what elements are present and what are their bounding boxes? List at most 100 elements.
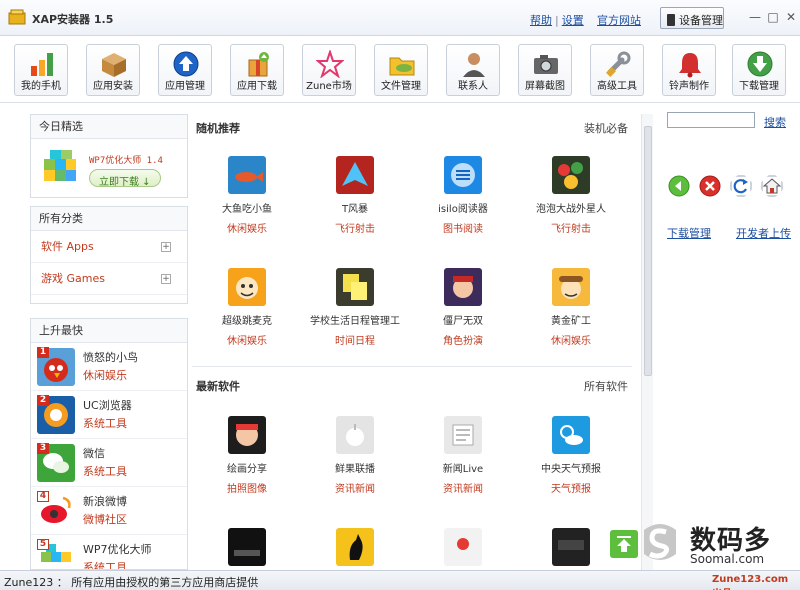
app-name: 中央天气预报 [541,464,601,475]
stop-icon[interactable] [699,175,721,197]
tool-file-manage[interactable]: 文件管理 [374,44,428,96]
scrollbar-thumb[interactable] [644,126,652,376]
close-button[interactable]: ✕ [784,10,798,24]
rank-number: 2 [37,395,49,406]
app-card[interactable]: 超级跳麦克 休闲娱乐 [192,268,302,358]
download-now-button[interactable]: 立即下载 ↓ [89,169,161,188]
app-card[interactable]: 泡泡大战外星人 飞行射击 [516,156,626,246]
home-icon[interactable] [761,175,783,197]
app-card[interactable] [192,528,302,570]
tool-contacts[interactable]: 联系人 [446,44,500,96]
download-manage-link[interactable]: 下载管理 [667,225,711,241]
app-card[interactable] [408,528,518,570]
app-category: 时间日程 [335,336,375,347]
search-input[interactable] [667,112,755,128]
watermark-url: Soomal.com [690,552,765,566]
rank-item[interactable]: 5 WP7优化大师 系统工具 [31,535,187,569]
rank-app-category: 休闲娱乐 [83,369,127,382]
help-settings-links: 帮助 | 设置 [530,12,584,28]
contact-person-icon [463,53,485,77]
rank-app-name: WP7优化大师 [83,543,152,556]
tool-app-manage[interactable]: 应用管理 [158,44,212,96]
search-link[interactable]: 搜索 [764,114,786,130]
soomal-logo-icon [644,524,676,560]
school-schedule-icon [336,268,374,306]
app-card[interactable] [300,528,410,570]
app-card[interactable]: T风暴 飞行射击 [300,156,410,246]
tool-advanced[interactable]: 高级工具 [590,44,644,96]
refresh-icon[interactable] [730,175,752,197]
essentials-link[interactable]: 装机必备 [584,120,628,136]
app-logo-icon [8,9,26,25]
cube-app-icon [44,150,76,181]
all-software-link[interactable]: 所有软件 [584,378,628,394]
app-card[interactable]: 鲜果联播 资讯新闻 [300,416,410,506]
content-scrollbar[interactable] [641,114,653,570]
app-card[interactable]: 学校生活日程管理工 时间日程 [300,268,410,358]
news-live-icon [444,416,482,454]
app-name: 超级跳麦克 [222,316,272,327]
minimize-button[interactable]: — [748,10,762,24]
device-manage-button[interactable]: 设备管理 [660,7,724,29]
rank-item[interactable]: 1 愤怒的小鸟 休闲娱乐 [31,343,187,391]
app-category: 图书阅读 [443,224,483,235]
wsj-icon [552,528,590,566]
settings-link[interactable]: 设置 [562,14,584,27]
app-title: XAP安装器 1.5 [32,13,114,26]
rank-item[interactable]: 2 UC浏览器 系统工具 [31,391,187,439]
tool-label: Zune市场 [306,81,352,92]
app-card[interactable]: 绘画分享 拍照图像 [192,416,302,506]
help-link[interactable]: 帮助 [530,14,552,27]
rank-item[interactable]: 4 新浪微博 微博社区 [31,487,187,535]
category-label: 软件 Apps [41,240,94,253]
app-name: 泡泡大战外星人 [536,204,606,215]
bubble-alien-icon [552,156,590,194]
tool-screenshot[interactable]: 屏幕截图 [518,44,572,96]
section-divider [192,366,632,367]
download-arrow-icon [747,51,773,77]
back-icon[interactable] [668,175,690,197]
scroll-to-top-icon[interactable] [610,530,638,558]
expand-icon[interactable]: + [161,274,171,284]
app-card[interactable]: 僵尸无双 角色扮演 [408,268,518,358]
box-install-icon [102,53,126,77]
category-games[interactable]: 游戏 Games + [31,263,187,295]
tool-label: 应用下载 [237,81,277,92]
official-site-link[interactable]: 官方网站 [597,12,641,28]
app-card[interactable]: 大鱼吃小鱼 休闲娱乐 [192,156,302,246]
app-listing: 随机推荐 装机必备 大鱼吃小鱼 休闲娱乐 T风暴 飞行射击 isilo阅读器 图… [192,114,640,570]
maximize-button[interactable]: □ [766,10,780,24]
isilo-reader-icon [444,156,482,194]
rank-number: 3 [37,443,49,454]
developer-upload-link[interactable]: 开发者上传 [736,225,791,241]
app-card[interactable]: 新闻Live 资讯新闻 [408,416,518,506]
t-storm-icon [336,156,374,194]
category-apps[interactable]: 软件 Apps + [31,231,187,263]
app-category: 天气预报 [551,484,591,495]
app-card[interactable]: 中央天气预报 天气预报 [516,416,626,506]
app-card[interactable]: 黄金矿工 休闲娱乐 [516,268,626,358]
tool-zune-market[interactable]: Zune市场 [302,44,356,96]
random-section-title: 随机推荐 [196,122,240,135]
gift-download-icon [248,52,269,77]
app-name: 学校生活日程管理工 [310,316,400,327]
tool-app-install[interactable]: 应用安装 [86,44,140,96]
app-category: 飞行射击 [551,224,591,235]
title-bar: XAP安装器 1.5 帮助 | 设置 官方网站 设备管理 — □ ✕ [0,0,800,36]
tool-app-download[interactable]: 应用下载 [230,44,284,96]
rank-item[interactable]: 3 微信 系统工具 [31,439,187,487]
app-name: 大鱼吃小鱼 [222,204,272,215]
app-card[interactable]: isilo阅读器 图书阅读 [408,156,518,246]
rank-app-name: 微信 [83,447,105,460]
rank-app-category: 系统工具 [83,417,127,430]
app-category: 资讯新闻 [335,484,375,495]
expand-icon[interactable]: + [161,242,171,252]
tool-download-manage[interactable]: 下载管理 [732,44,786,96]
app-name: 鲜果联播 [335,464,375,475]
app-category: 拍照图像 [227,484,267,495]
gold-miner-icon [552,268,590,306]
tool-ringtone[interactable]: 铃声制作 [662,44,716,96]
cctv-weather-icon [552,416,590,454]
tool-my-phone[interactable]: 我的手机 [14,44,68,96]
latest-section-title: 最新软件 [196,380,240,393]
